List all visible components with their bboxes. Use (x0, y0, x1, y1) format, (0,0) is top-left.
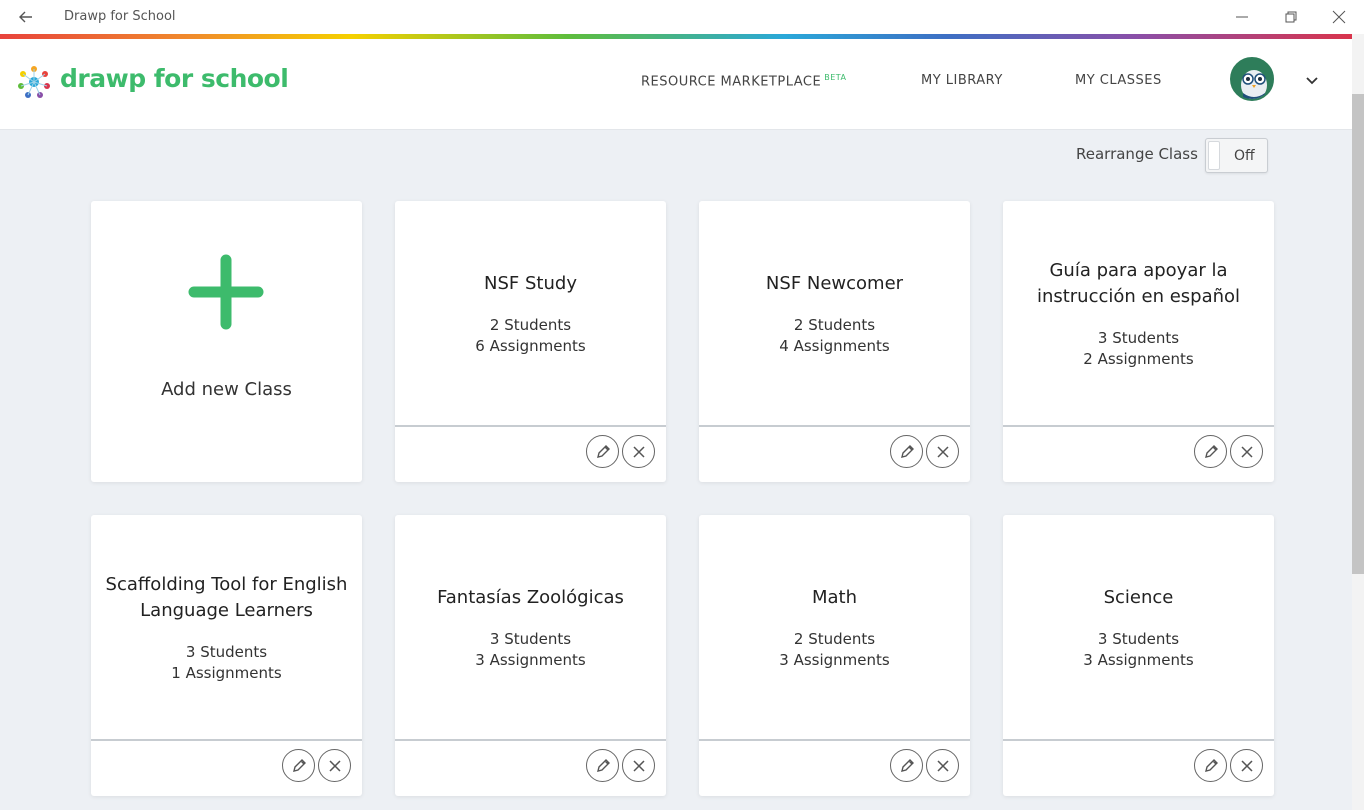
close-icon (632, 759, 645, 772)
close-icon (1240, 759, 1253, 772)
class-assignments: 2 Assignments (1083, 349, 1194, 368)
card-divider (699, 425, 970, 427)
edit-class-button[interactable] (890, 435, 923, 468)
class-card[interactable]: Guía para apoyar la instrucción en españ… (1003, 201, 1274, 482)
scrollbar-thumb[interactable] (1352, 94, 1364, 574)
app-header: drawp for school RESOURCE MARKETPLACE BET… (0, 39, 1352, 130)
nav-my-classes[interactable]: MY CLASSES (1075, 73, 1162, 88)
brand-name[interactable]: drawp for school (60, 64, 289, 93)
delete-class-button[interactable] (622, 435, 655, 468)
class-card[interactable]: Scaffolding Tool for English Language Le… (91, 515, 362, 796)
edit-class-button[interactable] (282, 749, 315, 782)
close-icon (632, 445, 645, 458)
add-class-card[interactable]: Add new Class (91, 201, 362, 482)
class-assignments: 3 Assignments (475, 650, 586, 669)
pencil-icon (596, 444, 610, 458)
card-divider (699, 739, 970, 741)
class-students: 2 Students (489, 315, 572, 334)
toggle-knob (1208, 141, 1220, 170)
class-name: NSF Newcomer (765, 272, 904, 294)
class-students: 3 Students (185, 642, 268, 661)
delete-class-button[interactable] (926, 749, 959, 782)
class-name: Science (1103, 586, 1174, 608)
edit-class-button[interactable] (586, 749, 619, 782)
minimize-icon[interactable] (1231, 6, 1253, 28)
window-title: Drawp for School (64, 9, 176, 24)
close-window-icon[interactable] (1328, 6, 1350, 28)
card-divider (395, 425, 666, 427)
close-icon (936, 445, 949, 458)
edit-class-button[interactable] (1194, 749, 1227, 782)
class-students: 3 Students (1097, 328, 1180, 347)
class-students: 2 Students (793, 629, 876, 648)
class-name: Guía para apoyar la instrucción en españ… (1036, 259, 1241, 307)
pencil-icon (900, 758, 914, 772)
class-card[interactable]: Math 2 Students 3 Assignments (699, 515, 970, 796)
edit-class-button[interactable] (586, 435, 619, 468)
class-card[interactable]: Science 3 Students 3 Assignments (1003, 515, 1274, 796)
class-card-content: NSF Newcomer 2 Students 4 Assignments (699, 201, 970, 426)
class-name: NSF Study (484, 272, 577, 294)
class-assignments: 4 Assignments (779, 336, 890, 355)
beta-badge: BETA (824, 73, 847, 82)
rearrange-class-label: Rearrange Class (1076, 145, 1198, 163)
class-students: 2 Students (793, 315, 876, 334)
close-icon (1240, 445, 1253, 458)
user-avatar[interactable] (1230, 57, 1274, 101)
class-card[interactable]: NSF Newcomer 2 Students 4 Assignments (699, 201, 970, 482)
pencil-icon (900, 444, 914, 458)
add-class-label: Add new Class (161, 379, 292, 400)
class-card-content: Scaffolding Tool for English Language Le… (91, 515, 362, 740)
toggle-state: Off (1234, 148, 1255, 164)
nav-my-library[interactable]: MY LIBRARY (921, 73, 1003, 88)
rearrange-class-toggle[interactable]: Off (1205, 138, 1268, 173)
class-card-content: Fantasías Zoológicas 3 Students 3 Assign… (395, 515, 666, 740)
class-card-content: Science 3 Students 3 Assignments (1003, 515, 1274, 740)
delete-class-button[interactable] (1230, 435, 1263, 468)
back-arrow-icon[interactable] (16, 7, 36, 27)
pencil-icon (596, 758, 610, 772)
nav-resource-marketplace[interactable]: RESOURCE MARKETPLACE BETA (641, 73, 847, 89)
class-students: 3 Students (489, 629, 572, 648)
owl-avatar-icon (1232, 59, 1272, 99)
restore-icon[interactable] (1280, 6, 1302, 28)
card-divider (395, 739, 666, 741)
class-name: Scaffolding Tool for English Language Le… (105, 573, 348, 621)
plus-icon (188, 254, 264, 330)
card-divider (1003, 425, 1274, 427)
delete-class-button[interactable] (318, 749, 351, 782)
class-card[interactable]: Fantasías Zoológicas 3 Students 3 Assign… (395, 515, 666, 796)
close-icon (936, 759, 949, 772)
class-name: Fantasías Zoológicas (437, 586, 624, 608)
pencil-icon (1204, 444, 1218, 458)
delete-class-button[interactable] (1230, 749, 1263, 782)
pencil-icon (292, 758, 306, 772)
class-assignments: 1 Assignments (171, 663, 282, 682)
chevron-down-icon[interactable] (1303, 72, 1321, 90)
window-titlebar: Drawp for School (0, 0, 1364, 34)
card-divider (1003, 739, 1274, 741)
card-divider (91, 739, 362, 741)
class-card-content: NSF Study 2 Students 6 Assignments (395, 201, 666, 426)
edit-class-button[interactable] (890, 749, 923, 782)
class-students: 3 Students (1097, 629, 1180, 648)
class-assignments: 3 Assignments (1083, 650, 1194, 669)
edit-class-button[interactable] (1194, 435, 1227, 468)
class-card[interactable]: NSF Study 2 Students 6 Assignments (395, 201, 666, 482)
drawp-logo-icon[interactable] (16, 64, 52, 100)
class-card-content: Math 2 Students 3 Assignments (699, 515, 970, 740)
class-assignments: 3 Assignments (779, 650, 890, 669)
close-icon (328, 759, 341, 772)
class-name: Math (811, 586, 858, 608)
delete-class-button[interactable] (622, 749, 655, 782)
pencil-icon (1204, 758, 1218, 772)
class-card-content: Guía para apoyar la instrucción en españ… (1003, 201, 1274, 426)
delete-class-button[interactable] (926, 435, 959, 468)
nav-label: RESOURCE MARKETPLACE (641, 74, 822, 90)
class-assignments: 6 Assignments (475, 336, 586, 355)
